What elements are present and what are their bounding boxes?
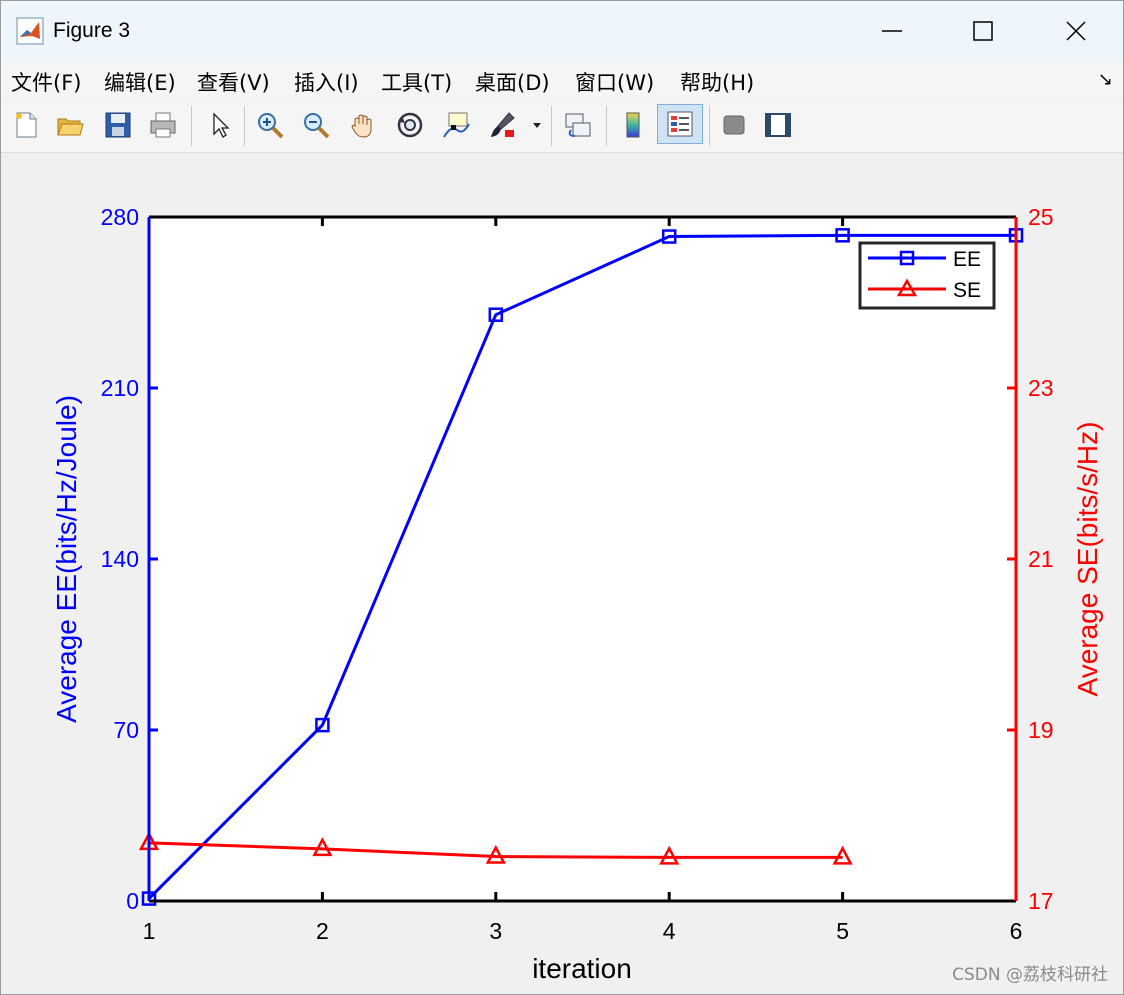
legend-ee-label: EE: [953, 248, 981, 271]
y-left-tick-label: 0: [126, 888, 139, 914]
y-axis-right-label: Average SE(bits/s/Hz): [1072, 422, 1103, 697]
legend-se-label: SE: [953, 279, 981, 302]
legend[interactable]: EE SE: [858, 241, 996, 310]
y-right-tick-label: 25: [1028, 204, 1054, 230]
x-tick-label: 6: [1010, 918, 1023, 944]
x-tick-label: 3: [489, 918, 502, 944]
y-right-tick-label: 19: [1028, 717, 1054, 743]
y-axis-left-label: Average EE(bits/Hz/Joule): [51, 395, 82, 723]
x-tick-label: 1: [143, 918, 156, 944]
y-left-tick-label: 280: [101, 204, 139, 230]
y-right-tick-label: 17: [1028, 888, 1054, 914]
x-tick-label: 4: [663, 918, 676, 944]
x-axis-label: iteration: [532, 953, 632, 984]
y-right-tick-label: 21: [1028, 546, 1054, 572]
y-left-tick-label: 70: [113, 717, 139, 743]
y-left-tick-label: 210: [101, 375, 139, 401]
plot-area: [149, 217, 1016, 901]
x-tick-label: 5: [836, 918, 849, 944]
watermark: CSDN @荔枝科研社: [952, 965, 1108, 985]
y-left-tick-label: 140: [101, 546, 139, 572]
y-right-tick-label: 23: [1028, 375, 1054, 401]
figure-canvas: 070140210280 1719212325 123456 iteration…: [51, 204, 1103, 984]
x-tick-label: 2: [316, 918, 329, 944]
